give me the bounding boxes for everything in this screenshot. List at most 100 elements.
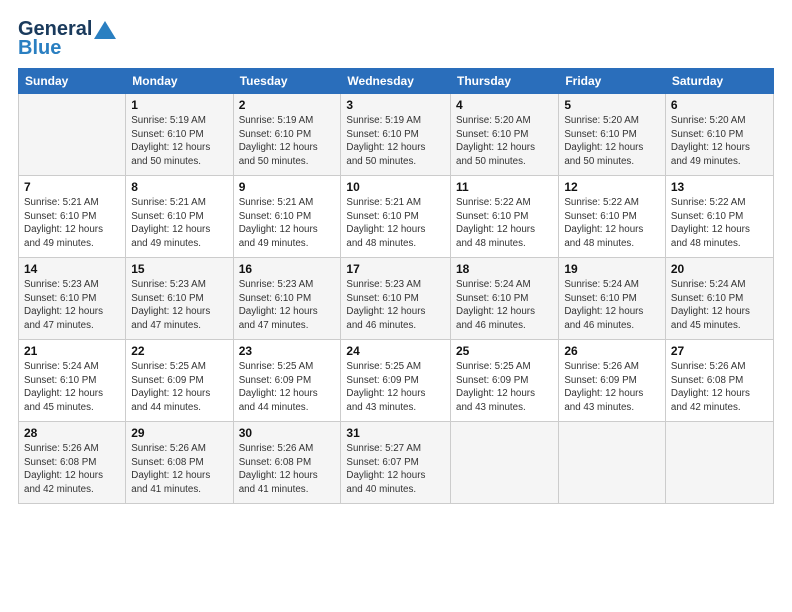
logo-blue: Blue (18, 37, 61, 60)
day-info: Sunrise: 5:22 AM Sunset: 6:10 PM Dayligh… (456, 196, 553, 250)
day-info: Sunrise: 5:24 AM Sunset: 6:10 PM Dayligh… (24, 360, 120, 414)
day-number: 2 (239, 98, 336, 112)
weekday-header-sunday: Sunday (19, 69, 126, 94)
day-info: Sunrise: 5:21 AM Sunset: 6:10 PM Dayligh… (239, 196, 336, 250)
day-number: 23 (239, 344, 336, 358)
week-row-2: 7 Sunrise: 5:21 AM Sunset: 6:10 PM Daylig… (19, 176, 774, 258)
day-info: Sunrise: 5:19 AM Sunset: 6:10 PM Dayligh… (239, 114, 336, 168)
day-info: Sunrise: 5:26 AM Sunset: 6:08 PM Dayligh… (671, 360, 768, 414)
calendar-cell: 18 Sunrise: 5:24 AM Sunset: 6:10 PM Dayli… (451, 258, 559, 340)
day-number: 1 (131, 98, 227, 112)
day-number: 6 (671, 98, 768, 112)
calendar-cell: 23 Sunrise: 5:25 AM Sunset: 6:09 PM Dayli… (233, 340, 341, 422)
day-number: 17 (346, 262, 445, 276)
day-number: 19 (564, 262, 660, 276)
weekday-header-thursday: Thursday (451, 69, 559, 94)
day-number: 22 (131, 344, 227, 358)
day-number: 30 (239, 426, 336, 440)
week-row-5: 28 Sunrise: 5:26 AM Sunset: 6:08 PM Dayli… (19, 422, 774, 504)
weekday-header-friday: Friday (559, 69, 666, 94)
weekday-header-row: SundayMondayTuesdayWednesdayThursdayFrid… (19, 69, 774, 94)
calendar-cell: 29 Sunrise: 5:26 AM Sunset: 6:08 PM Dayli… (126, 422, 233, 504)
calendar-cell: 21 Sunrise: 5:24 AM Sunset: 6:10 PM Dayli… (19, 340, 126, 422)
calendar-cell: 27 Sunrise: 5:26 AM Sunset: 6:08 PM Dayli… (665, 340, 773, 422)
day-info: Sunrise: 5:21 AM Sunset: 6:10 PM Dayligh… (24, 196, 120, 250)
day-info: Sunrise: 5:27 AM Sunset: 6:07 PM Dayligh… (346, 442, 445, 496)
calendar-cell (559, 422, 666, 504)
calendar-cell: 4Sunrise: 5:20 AM Sunset: 6:10 PM Daylig… (451, 94, 559, 176)
day-info: Sunrise: 5:26 AM Sunset: 6:09 PM Dayligh… (564, 360, 660, 414)
day-info: Sunrise: 5:26 AM Sunset: 6:08 PM Dayligh… (239, 442, 336, 496)
day-number: 3 (346, 98, 445, 112)
calendar-cell: 31 Sunrise: 5:27 AM Sunset: 6:07 PM Dayli… (341, 422, 451, 504)
day-number: 29 (131, 426, 227, 440)
day-info: Sunrise: 5:21 AM Sunset: 6:10 PM Dayligh… (346, 196, 445, 250)
day-info: Sunrise: 5:25 AM Sunset: 6:09 PM Dayligh… (456, 360, 553, 414)
day-info: Sunrise: 5:25 AM Sunset: 6:09 PM Dayligh… (131, 360, 227, 414)
logo-icon (94, 19, 116, 41)
week-row-4: 21 Sunrise: 5:24 AM Sunset: 6:10 PM Dayli… (19, 340, 774, 422)
day-number: 25 (456, 344, 553, 358)
day-info: Sunrise: 5:22 AM Sunset: 6:10 PM Dayligh… (671, 196, 768, 250)
calendar-cell: 10 Sunrise: 5:21 AM Sunset: 6:10 PM Dayli… (341, 176, 451, 258)
day-info: Sunrise: 5:25 AM Sunset: 6:09 PM Dayligh… (239, 360, 336, 414)
calendar-cell: 13 Sunrise: 5:22 AM Sunset: 6:10 PM Dayli… (665, 176, 773, 258)
calendar-cell: 7 Sunrise: 5:21 AM Sunset: 6:10 PM Daylig… (19, 176, 126, 258)
day-number: 16 (239, 262, 336, 276)
day-number: 21 (24, 344, 120, 358)
calendar-cell (19, 94, 126, 176)
day-info: Sunrise: 5:20 AM Sunset: 6:10 PM Dayligh… (671, 114, 768, 168)
calendar-cell: 24Sunrise: 5:25 AM Sunset: 6:09 PM Dayli… (341, 340, 451, 422)
calendar-cell: 14Sunrise: 5:23 AM Sunset: 6:10 PM Dayli… (19, 258, 126, 340)
calendar-cell: 22 Sunrise: 5:25 AM Sunset: 6:09 PM Dayli… (126, 340, 233, 422)
calendar-cell: 5 Sunrise: 5:20 AM Sunset: 6:10 PM Daylig… (559, 94, 666, 176)
calendar-cell (451, 422, 559, 504)
day-info: Sunrise: 5:23 AM Sunset: 6:10 PM Dayligh… (239, 278, 336, 332)
logo: General Blue (18, 18, 116, 60)
day-info: Sunrise: 5:26 AM Sunset: 6:08 PM Dayligh… (131, 442, 227, 496)
weekday-header-wednesday: Wednesday (341, 69, 451, 94)
calendar-cell: 15Sunrise: 5:23 AM Sunset: 6:10 PM Dayli… (126, 258, 233, 340)
header: General Blue (18, 18, 774, 60)
day-number: 28 (24, 426, 120, 440)
day-info: Sunrise: 5:26 AM Sunset: 6:08 PM Dayligh… (24, 442, 120, 496)
weekday-header-saturday: Saturday (665, 69, 773, 94)
day-info: Sunrise: 5:24 AM Sunset: 6:10 PM Dayligh… (456, 278, 553, 332)
calendar-cell: 11 Sunrise: 5:22 AM Sunset: 6:10 PM Dayli… (451, 176, 559, 258)
calendar-cell: 12Sunrise: 5:22 AM Sunset: 6:10 PM Dayli… (559, 176, 666, 258)
day-number: 14 (24, 262, 120, 276)
day-number: 15 (131, 262, 227, 276)
day-number: 13 (671, 180, 768, 194)
day-number: 27 (671, 344, 768, 358)
day-info: Sunrise: 5:20 AM Sunset: 6:10 PM Dayligh… (564, 114, 660, 168)
calendar-cell: 16 Sunrise: 5:23 AM Sunset: 6:10 PM Dayli… (233, 258, 341, 340)
day-number: 31 (346, 426, 445, 440)
day-number: 18 (456, 262, 553, 276)
day-info: Sunrise: 5:23 AM Sunset: 6:10 PM Dayligh… (346, 278, 445, 332)
calendar-cell (665, 422, 773, 504)
calendar-cell: 1 Sunrise: 5:19 AM Sunset: 6:10 PM Daylig… (126, 94, 233, 176)
calendar-cell: 25 Sunrise: 5:25 AM Sunset: 6:09 PM Dayli… (451, 340, 559, 422)
day-info: Sunrise: 5:24 AM Sunset: 6:10 PM Dayligh… (671, 278, 768, 332)
day-number: 26 (564, 344, 660, 358)
day-number: 24 (346, 344, 445, 358)
calendar-cell: 8Sunrise: 5:21 AM Sunset: 6:10 PM Daylig… (126, 176, 233, 258)
calendar-cell: 20Sunrise: 5:24 AM Sunset: 6:10 PM Dayli… (665, 258, 773, 340)
day-number: 7 (24, 180, 120, 194)
calendar-cell: 2 Sunrise: 5:19 AM Sunset: 6:10 PM Daylig… (233, 94, 341, 176)
day-info: Sunrise: 5:19 AM Sunset: 6:10 PM Dayligh… (131, 114, 227, 168)
calendar-cell: 26 Sunrise: 5:26 AM Sunset: 6:09 PM Dayli… (559, 340, 666, 422)
calendar-cell: 3 Sunrise: 5:19 AM Sunset: 6:10 PM Daylig… (341, 94, 451, 176)
week-row-1: 1 Sunrise: 5:19 AM Sunset: 6:10 PM Daylig… (19, 94, 774, 176)
day-info: Sunrise: 5:19 AM Sunset: 6:10 PM Dayligh… (346, 114, 445, 168)
day-number: 12 (564, 180, 660, 194)
day-number: 10 (346, 180, 445, 194)
page: General Blue SundayMondayTuesdayWednesda… (0, 0, 792, 612)
day-number: 11 (456, 180, 553, 194)
day-number: 5 (564, 98, 660, 112)
calendar-cell: 30 Sunrise: 5:26 AM Sunset: 6:08 PM Dayli… (233, 422, 341, 504)
day-number: 9 (239, 180, 336, 194)
day-info: Sunrise: 5:20 AM Sunset: 6:10 PM Dayligh… (456, 114, 553, 168)
calendar-cell: 9 Sunrise: 5:21 AM Sunset: 6:10 PM Daylig… (233, 176, 341, 258)
weekday-header-tuesday: Tuesday (233, 69, 341, 94)
